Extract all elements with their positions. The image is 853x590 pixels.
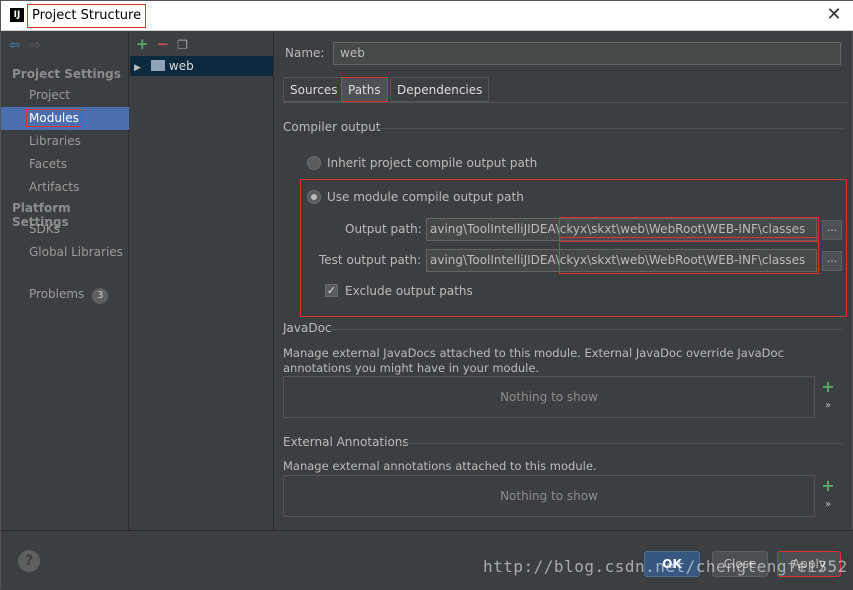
tree-item-label: web xyxy=(168,59,194,73)
tab-dependencies[interactable]: Dependencies xyxy=(390,77,490,102)
section-project-settings: Project Settings xyxy=(12,67,121,81)
inherit-output-label: Inherit project compile output path xyxy=(327,156,538,170)
exclude-output-checkbox[interactable]: ✓ xyxy=(325,284,338,297)
tab-sources[interactable]: Sources xyxy=(283,77,345,102)
back-arrow-icon[interactable]: ⇦ xyxy=(9,38,20,53)
nav-arrows: ⇦ ⇨ xyxy=(9,38,41,53)
title-bar: IJ Project Structure ✕ xyxy=(1,1,853,31)
watermark-text: http://blog.csdn.net/chengtengfei352 xyxy=(483,557,848,576)
sidebar-item-label: Modules xyxy=(26,109,82,127)
name-label: Name: xyxy=(285,46,325,60)
sidebar-item-label: SDKs xyxy=(29,222,60,236)
problems-count-badge: 3 xyxy=(92,288,109,304)
compiler-output-title: Compiler output xyxy=(283,120,381,134)
sidebar-item-global-libraries[interactable]: Global Libraries xyxy=(1,241,129,264)
inherit-output-radio[interactable] xyxy=(307,156,321,170)
javadoc-list-toolbar: + » xyxy=(817,376,839,418)
sidebar-item-label: Artifacts xyxy=(29,180,80,194)
javadoc-title: JavaDoc xyxy=(283,321,332,335)
sidebar-item-project[interactable]: Project xyxy=(1,84,129,107)
project-structure-dialog: IJ Project Structure ✕ ⇦ ⇨ Project Settin… xyxy=(0,0,853,590)
javadoc-list: Nothing to show xyxy=(283,376,815,418)
close-icon[interactable]: ✕ xyxy=(824,5,844,25)
sidebar-item-label: Problems xyxy=(29,287,85,301)
tree-toolbar: + − ❐ xyxy=(136,35,188,53)
sidebar-item-label: Global Libraries xyxy=(29,245,123,259)
sidebar-item-facets[interactable]: Facets xyxy=(1,153,129,176)
help-button[interactable]: ? xyxy=(18,550,40,572)
intellij-app-icon: IJ xyxy=(10,8,24,22)
group-divider xyxy=(399,443,843,444)
tree-item-web[interactable]: ▶ web xyxy=(130,56,273,76)
sidebar-item-libraries[interactable]: Libraries xyxy=(1,130,129,153)
remove-icon[interactable]: − xyxy=(157,35,170,53)
use-module-output-radio[interactable] xyxy=(307,190,321,204)
copy-icon[interactable]: ❐ xyxy=(177,38,188,52)
forward-arrow-icon[interactable]: ⇨ xyxy=(30,38,41,53)
more-actions-icon[interactable]: » xyxy=(817,499,839,510)
test-output-path-label: Test output path: xyxy=(319,253,422,267)
expand-arrow-icon[interactable]: ▶ xyxy=(134,63,141,73)
paths-tab-content: Compiler output Inherit project compile … xyxy=(283,102,848,526)
add-annotation-button[interactable]: + xyxy=(817,478,839,494)
sidebar-item-problems[interactable]: Problems 3 xyxy=(1,283,129,306)
external-annotations-description: Manage external annotations attached to … xyxy=(283,459,597,473)
exclude-output-label: Exclude output paths xyxy=(345,284,473,298)
window-title: Project Structure xyxy=(27,4,147,28)
sidebar-item-label: Libraries xyxy=(29,134,81,148)
javadoc-description: Manage external JavaDocs attached to thi… xyxy=(283,346,784,375)
group-divider xyxy=(377,128,843,129)
test-output-path-highlight xyxy=(559,237,819,274)
group-divider xyxy=(331,329,843,330)
module-settings-panel: Name: web Sources Paths Dependencies Com… xyxy=(275,32,853,530)
add-javadoc-button[interactable]: + xyxy=(817,379,839,395)
sidebar-item-label: Facets xyxy=(29,157,68,171)
external-annotations-list: Nothing to show xyxy=(283,475,815,517)
module-tree: + − ❐ ▶ web xyxy=(130,32,274,530)
output-path-browse-button[interactable]: ... xyxy=(822,220,842,240)
module-name-input[interactable]: web xyxy=(333,42,841,65)
dialog-footer: ? OK Close Apply http://blog.csdn.net/ch… xyxy=(1,530,853,590)
sidebar-item-artifacts[interactable]: Artifacts xyxy=(1,176,129,199)
sidebar-item-modules[interactable]: Modules xyxy=(1,107,129,130)
sidebar-item-sdks[interactable]: SDKs xyxy=(1,218,129,241)
external-annotations-title: External Annotations xyxy=(283,435,409,449)
use-module-output-label: Use module compile output path xyxy=(327,190,524,204)
settings-sidebar: ⇦ ⇨ Project Settings Project Modules Libr… xyxy=(1,32,129,530)
tab-paths[interactable]: Paths xyxy=(341,77,388,102)
module-folder-icon xyxy=(150,60,165,71)
external-annotations-list-toolbar: + » xyxy=(817,475,839,517)
test-output-path-browse-button[interactable]: ... xyxy=(822,251,842,271)
more-actions-icon[interactable]: » xyxy=(817,400,839,411)
add-icon[interactable]: + xyxy=(136,35,149,53)
sidebar-item-label: Project xyxy=(29,88,71,102)
output-path-label: Output path: xyxy=(345,222,422,236)
